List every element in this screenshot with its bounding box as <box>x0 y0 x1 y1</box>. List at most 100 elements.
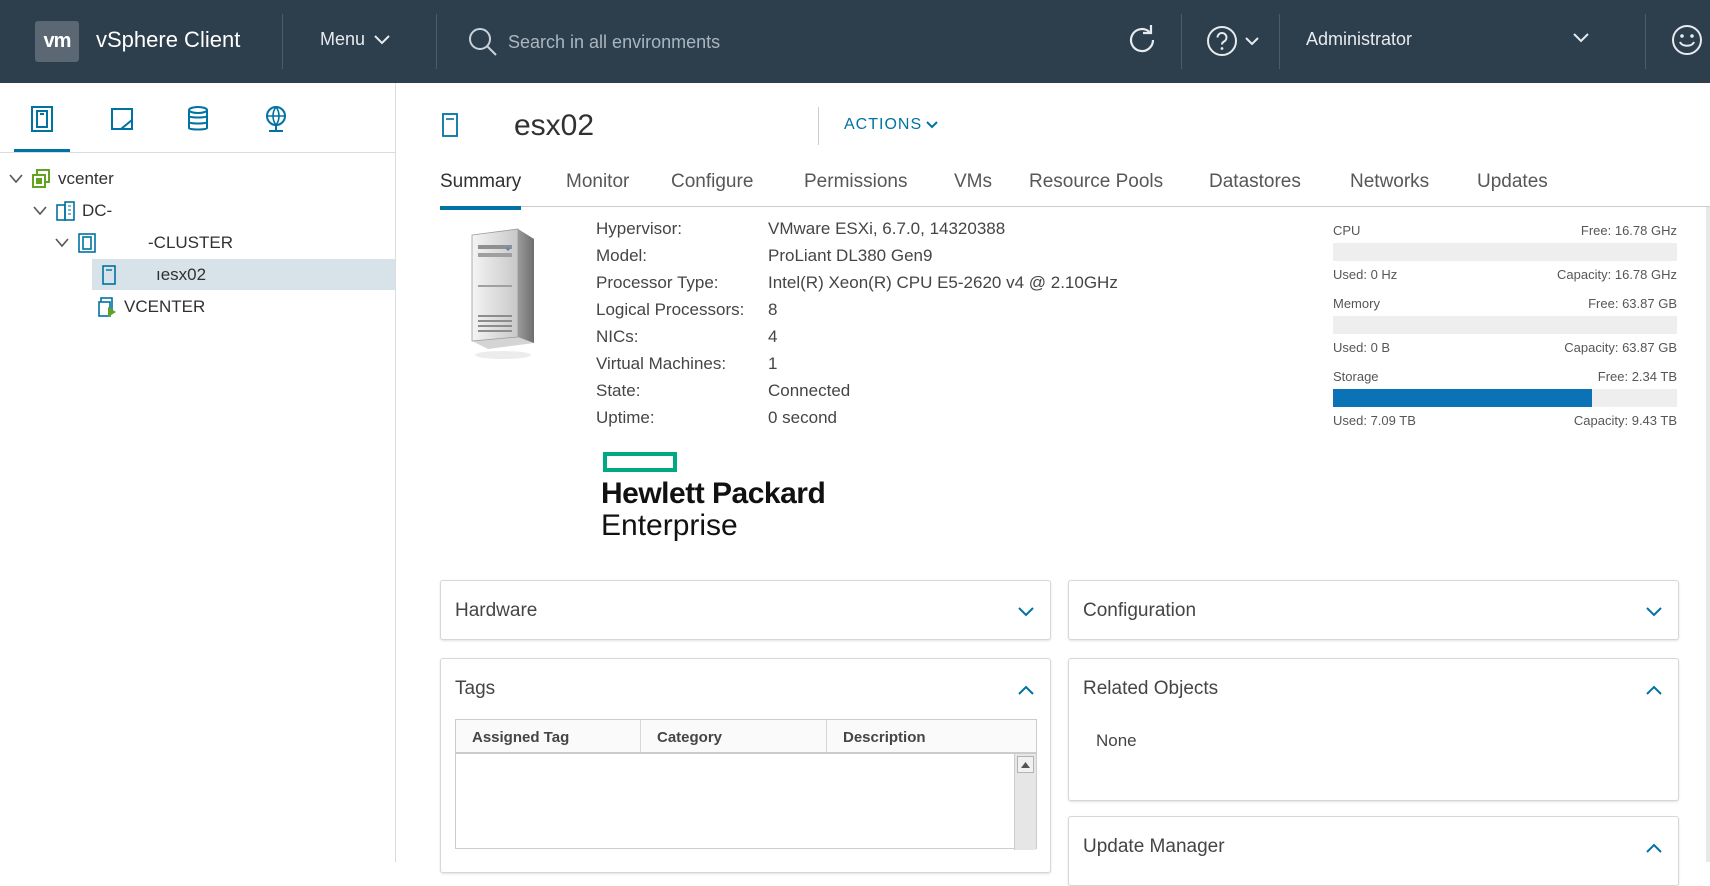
host-icon <box>98 264 120 286</box>
menu-label: Menu <box>320 29 366 49</box>
main-content: esx02 ACTIONS Summary Monitor Configure … <box>396 83 1710 886</box>
tree-node-vcenter[interactable]: vcenter <box>8 163 395 194</box>
meter-used: Used: 0 B <box>1333 340 1391 355</box>
tree-node-label: ıesx02 <box>156 264 207 284</box>
tab-networking[interactable] <box>256 101 296 137</box>
prop-value: Connected <box>768 381 851 400</box>
host-icon <box>442 112 458 137</box>
chevron-down-icon[interactable] <box>1016 602 1036 622</box>
chevron-down-icon[interactable] <box>54 235 70 251</box>
prop-label: Hypervisor: <box>596 219 682 238</box>
datastore-icon <box>188 106 208 131</box>
app-title[interactable]: vSphere Client <box>96 27 240 53</box>
global-search[interactable] <box>468 24 1028 60</box>
tab-networks[interactable]: Networks <box>1350 171 1429 207</box>
meter-storage: Storage Free: 2.34 TB Used: 7.09 TB Capaci… <box>1333 369 1677 442</box>
chevron-down-icon[interactable] <box>1644 602 1664 622</box>
meter-free: Free: 16.78 GHz <box>1580 223 1677 238</box>
menu-button[interactable]: Menu <box>320 29 391 50</box>
prop-label: Virtual Machines: <box>596 354 727 373</box>
panel-title: Update Manager <box>1083 836 1225 857</box>
page-title: esx02 <box>514 108 595 142</box>
meter-capacity: Capacity: 63.87 GB <box>1564 340 1677 355</box>
tab-configure[interactable]: Configure <box>671 171 753 207</box>
meter-capacity: Capacity: 9.43 TB <box>1573 413 1677 428</box>
tree-node-label: DC- <box>82 200 113 220</box>
chevron-down-icon <box>926 121 938 129</box>
panel-title: Hardware <box>455 600 538 621</box>
prop-label: State: <box>596 381 641 400</box>
main-scrollbar[interactable] <box>1706 207 1710 862</box>
user-menu[interactable]: Administrator <box>1306 29 1596 50</box>
prop-nics: NICs: 4 <box>596 327 1118 354</box>
resource-meters: CPU Free: 16.78 GHz Used: 0 Hz Capacity: 1… <box>1333 223 1677 442</box>
table-scrollbar[interactable] <box>1014 754 1036 850</box>
meter-free: Free: 63.87 GB <box>1588 296 1677 311</box>
chevron-down-icon[interactable] <box>32 203 48 219</box>
host-properties: Hypervisor: VMware ESXi, 6.7.0, 14320388 … <box>596 219 1118 435</box>
chevron-down-icon[interactable] <box>1572 32 1590 44</box>
prop-state: State: Connected <box>596 381 1118 408</box>
tab-monitor[interactable]: Monitor <box>566 171 629 207</box>
prop-processor-type: Processor Type: Intel(R) Xeon(R) CPU E5-2… <box>596 273 1118 300</box>
tab-updates[interactable]: Updates <box>1477 171 1548 207</box>
help-icon <box>1207 26 1237 56</box>
actions-button[interactable]: ACTIONS <box>844 116 938 134</box>
meter-title: CPU <box>1333 223 1361 238</box>
chevron-down-icon <box>1245 37 1259 46</box>
configuration-panel[interactable]: Configuration <box>1068 580 1679 640</box>
tab-vms[interactable]: VMs <box>954 171 992 207</box>
chevron-up-icon[interactable] <box>1644 838 1664 858</box>
header-divider <box>818 107 819 145</box>
prop-label: Uptime: <box>596 408 655 427</box>
header-divider <box>1645 14 1646 69</box>
chevron-down-icon[interactable] <box>8 171 24 187</box>
tree-node-vcenter-vm[interactable]: VCENTER <box>92 291 395 322</box>
table-header: Assigned Tag Category Description <box>456 720 1036 754</box>
chevron-down-icon <box>374 34 390 44</box>
panel-title: Related Objects <box>1083 678 1219 699</box>
meter-free: Free: 2.34 TB <box>1597 369 1677 384</box>
chevron-up-icon[interactable] <box>1016 680 1036 700</box>
hosts-clusters-icon <box>31 106 53 132</box>
tab-resource-pools[interactable]: Resource Pools <box>1029 171 1163 207</box>
prop-label: Logical Processors: <box>596 300 745 319</box>
tab-permissions[interactable]: Permissions <box>804 171 907 207</box>
prop-label: Model: <box>596 246 648 265</box>
tab-datastores[interactable]: Datastores <box>1209 171 1301 207</box>
column-header[interactable]: Assigned Tag <box>456 720 641 752</box>
prop-label: NICs: <box>596 327 639 346</box>
vm-powered-on-icon <box>96 296 118 318</box>
prop-virtual-machines: Virtual Machines: 1 <box>596 354 1118 381</box>
tree-node-cluster[interactable]: -CLUSTER <box>54 227 395 258</box>
column-header[interactable]: Category <box>641 720 827 752</box>
tab-storage[interactable] <box>178 101 218 137</box>
prop-value: ProLiant DL380 Gen9 <box>768 246 933 265</box>
inventory-navigator: vcenter DC- -CLUSTER ıesx02 VCENTER <box>0 83 396 862</box>
chevron-up-icon[interactable] <box>1644 680 1664 700</box>
tab-summary[interactable]: Summary <box>440 171 522 210</box>
scroll-up-arrow-icon[interactable] <box>1017 756 1034 773</box>
meter-bar <box>1333 243 1677 261</box>
tree-node-host-selected[interactable]: ıesx02 <box>92 259 395 290</box>
header-divider <box>1181 14 1182 69</box>
prop-hypervisor: Hypervisor: VMware ESXi, 6.7.0, 14320388 <box>596 219 1118 246</box>
panel-title: Configuration <box>1083 600 1197 621</box>
search-input[interactable] <box>508 31 1008 53</box>
meter-memory: Memory Free: 63.87 GB Used: 0 B Capacity: … <box>1333 296 1677 369</box>
vm-logo[interactable]: vm <box>35 21 79 62</box>
tags-panel: Tags Assigned Tag Category Description <box>440 658 1051 873</box>
tab-vms-templates[interactable] <box>102 101 142 137</box>
meter-cpu: CPU Free: 16.78 GHz Used: 0 Hz Capacity: 1… <box>1333 223 1677 296</box>
meter-used: Used: 0 Hz <box>1333 267 1398 282</box>
tree-node-datacenter[interactable]: DC- <box>32 195 395 226</box>
prop-label: Processor Type: <box>596 273 719 292</box>
tab-hosts-clusters[interactable] <box>14 101 70 152</box>
hardware-panel[interactable]: Hardware <box>440 580 1051 640</box>
vms-templates-icon <box>111 108 133 130</box>
refresh-icon[interactable] <box>1124 22 1160 58</box>
feedback-smiley-icon[interactable] <box>1671 23 1703 57</box>
help-menu[interactable] <box>1206 25 1260 57</box>
column-header[interactable]: Description <box>827 720 1013 752</box>
search-icon <box>469 28 497 56</box>
